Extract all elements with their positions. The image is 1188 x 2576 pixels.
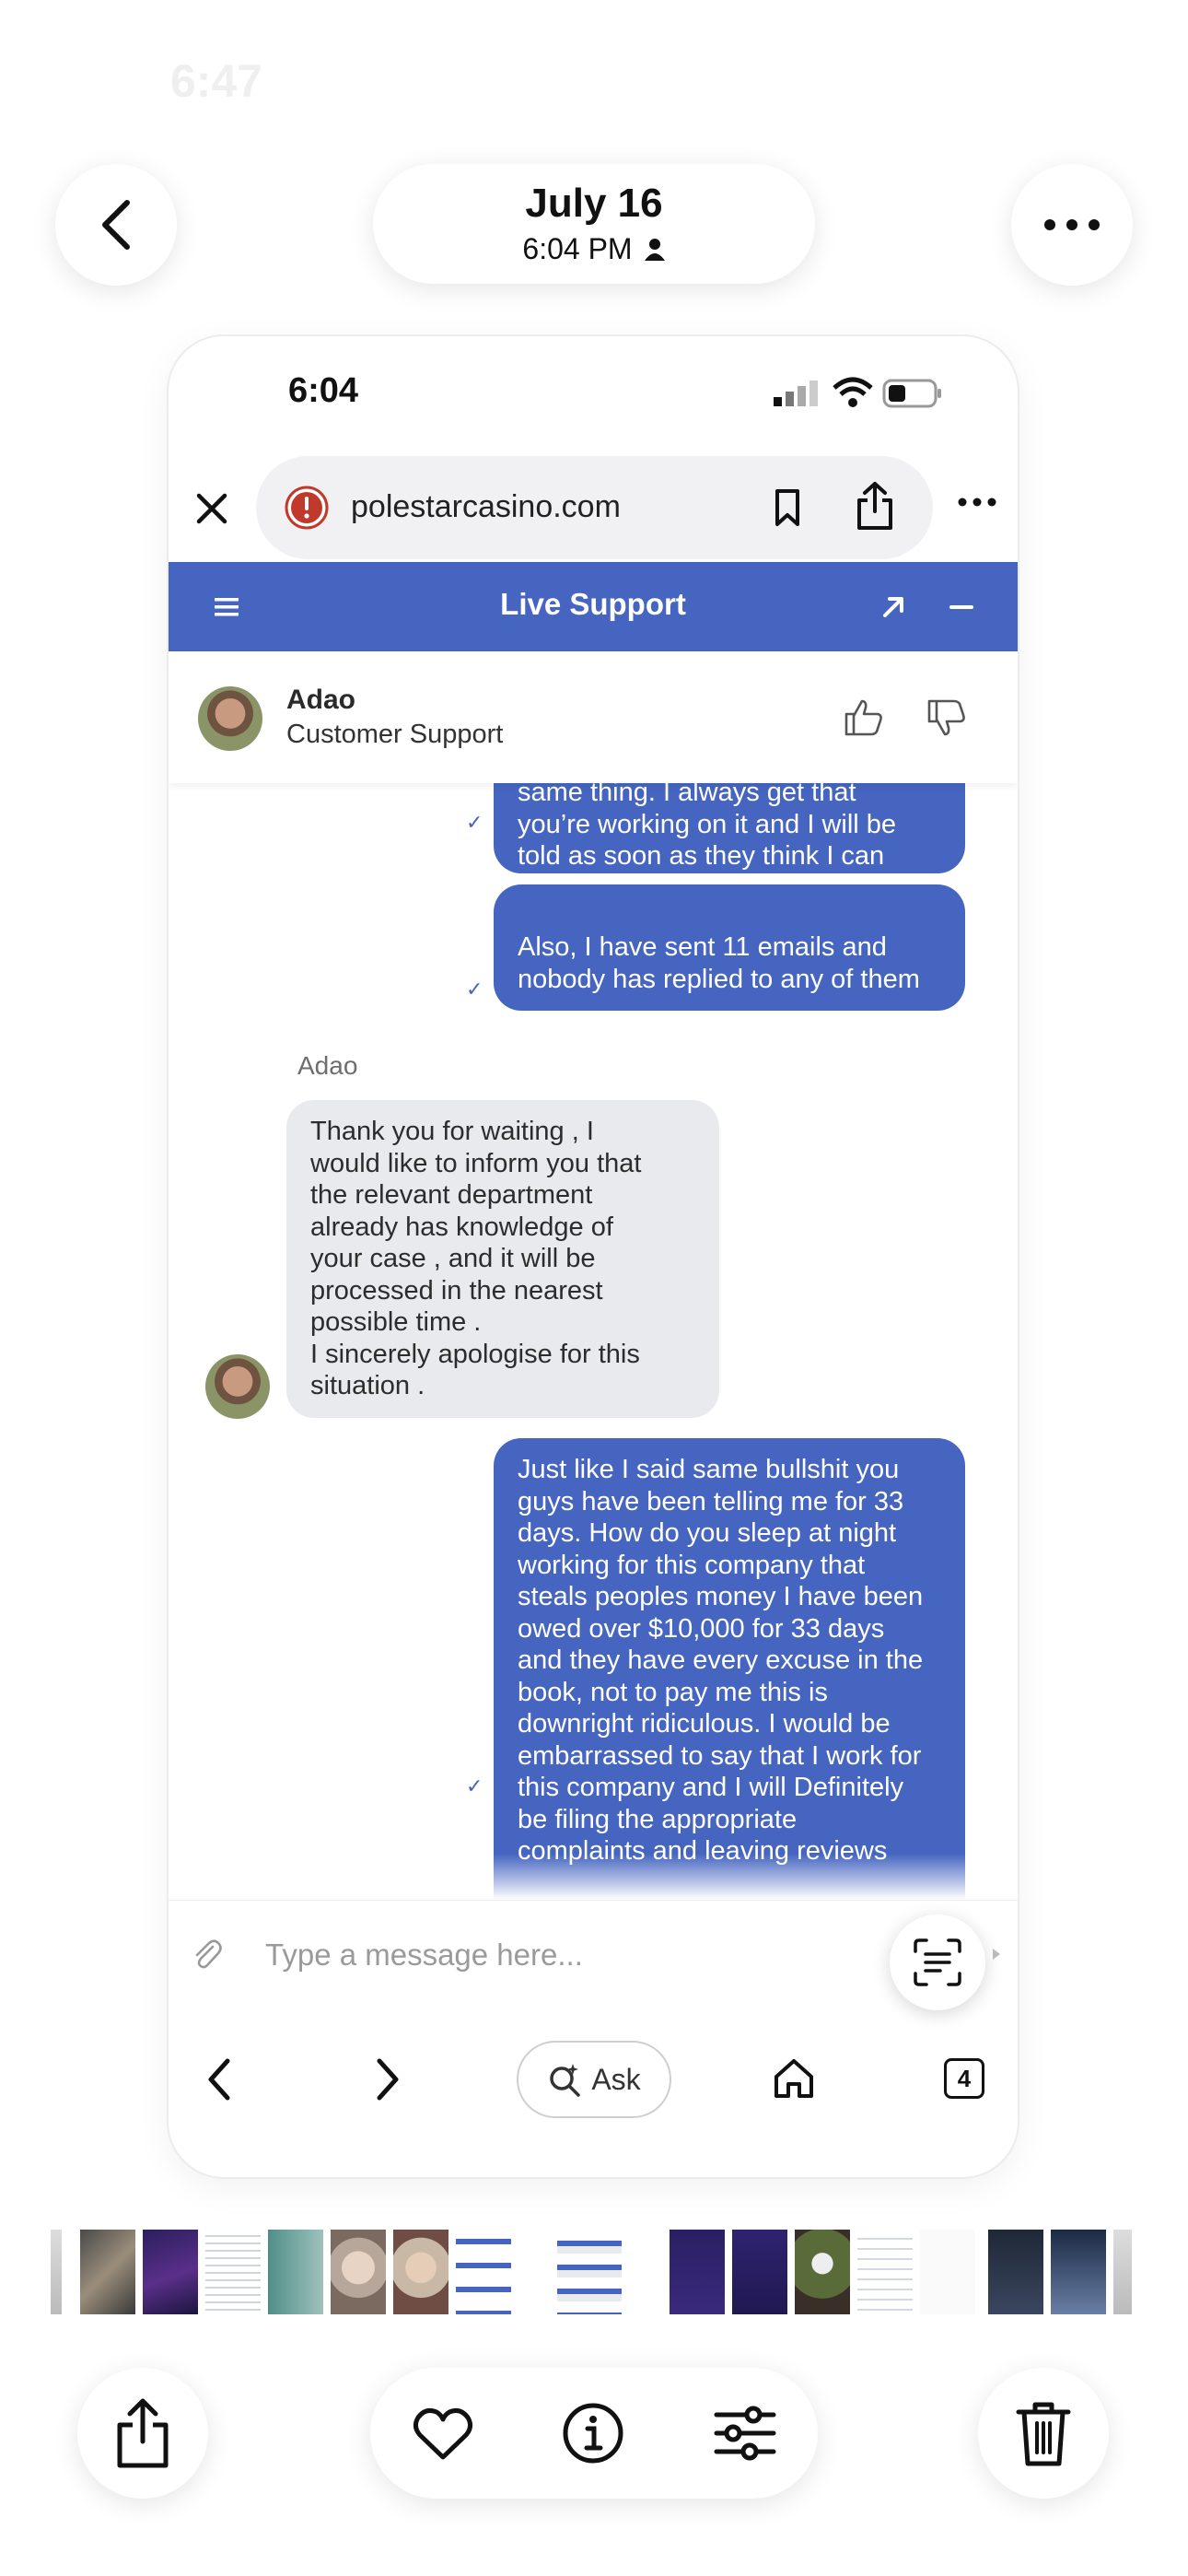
photo-time-row: 6:04 PM — [373, 232, 815, 266]
delete-button[interactable] — [978, 2368, 1109, 2499]
status-time-faded: 6:47 — [170, 55, 263, 107]
inner-status-icons — [772, 377, 941, 410]
thumbnail-strip[interactable] — [51, 2230, 1137, 2314]
trash-icon — [1016, 2402, 1071, 2466]
agent-message-avatar — [205, 1354, 270, 1419]
ai-search-icon — [550, 2064, 581, 2097]
agent-name: Adao — [286, 685, 355, 715]
photo-actions — [370, 2368, 818, 2499]
back-icon[interactable] — [205, 2057, 233, 2102]
thumbs-down-icon[interactable] — [926, 697, 968, 740]
thumbnail[interactable] — [80, 2230, 135, 2314]
thumbnail[interactable] — [393, 2230, 448, 2314]
chat-fade — [169, 1854, 1018, 1900]
minimize-icon[interactable] — [948, 593, 975, 621]
thumbs-up-icon[interactable] — [843, 696, 885, 738]
home-icon[interactable] — [772, 2056, 816, 2101]
thumbnail[interactable] — [1113, 2230, 1132, 2314]
cellular-icon — [774, 381, 818, 406]
share-button[interactable] — [77, 2368, 208, 2499]
thumbnail[interactable] — [1051, 2230, 1106, 2314]
message-input[interactable]: Type a message here... — [265, 1938, 583, 1973]
thumbnail[interactable] — [143, 2230, 198, 2314]
tabs-button[interactable]: 4 — [944, 2058, 984, 2099]
sent-check-icon: ✓ — [466, 811, 483, 834]
message-sender-name: Adao — [297, 1051, 358, 1080]
thumbnail[interactable] — [732, 2230, 787, 2314]
more-icon — [1044, 219, 1100, 230]
thumbnail[interactable] — [268, 2230, 323, 2314]
url-text: polestarcasino.com — [351, 489, 621, 524]
share-icon — [117, 2398, 169, 2468]
agent-avatar — [198, 686, 262, 751]
address-bar[interactable]: polestarcasino.com — [256, 456, 933, 559]
browser-more-button[interactable] — [957, 497, 997, 519]
chat-transcript[interactable]: ✓ same thing. I always get that you’re w… — [169, 783, 1018, 1900]
battery-icon — [882, 379, 941, 408]
adjust-icon[interactable] — [713, 2404, 777, 2463]
person-icon — [644, 238, 665, 261]
photo-date: July 16 — [525, 181, 663, 226]
message-bubble-sent: Just like I said same bullshit you guys … — [494, 1438, 965, 1900]
thumbnail[interactable] — [670, 2230, 725, 2314]
thumbnail[interactable] — [795, 2230, 850, 2314]
screenshot-preview[interactable]: 6:04 polestarcasino.com Live Support Ada… — [169, 336, 1018, 2177]
info-icon[interactable] — [562, 2402, 624, 2465]
thumbnail[interactable] — [331, 2230, 386, 2314]
more-button[interactable] — [1011, 164, 1133, 286]
inner-status-time: 6:04 — [288, 371, 359, 410]
warning-icon — [285, 486, 329, 530]
thumbnail[interactable] — [557, 2230, 622, 2314]
faded-status-bar: 6:47 — [0, 51, 1188, 107]
ask-label: Ask — [591, 2062, 641, 2096]
thumbnail[interactable] — [205, 2230, 261, 2314]
close-icon — [196, 493, 227, 524]
share-icon[interactable] — [855, 480, 895, 532]
browser-toolbar: Ask 4 — [169, 2027, 1018, 2128]
send-icon[interactable] — [991, 1947, 1002, 1961]
live-text-button[interactable] — [890, 1914, 985, 2010]
thumbnail[interactable] — [988, 2230, 1043, 2314]
attach-icon[interactable] — [191, 1936, 222, 1973]
more-icon — [958, 498, 996, 507]
message-composer: Type a message here... — [169, 1900, 1018, 2010]
message-bubble-received: Thank you for waiting , I would like to … — [286, 1100, 719, 1418]
forward-icon[interactable] — [374, 2057, 402, 2102]
expand-icon[interactable] — [879, 593, 907, 621]
close-tab-button[interactable] — [189, 486, 235, 532]
ask-button[interactable]: Ask — [517, 2041, 671, 2118]
message-bubble-sent: same thing. I always get that you’re wor… — [494, 783, 965, 903]
wifi-icon — [833, 377, 873, 407]
heart-icon[interactable] — [413, 2406, 473, 2462]
bookmark-icon[interactable] — [772, 487, 803, 528]
back-chevron-icon — [102, 200, 130, 250]
tab-count: 4 — [957, 2064, 972, 2092]
agent-role: Customer Support — [286, 720, 504, 749]
photo-date-header: July 16 6:04 PM — [373, 164, 815, 284]
thumbnail[interactable] — [857, 2230, 913, 2314]
back-button[interactable] — [55, 164, 177, 286]
agent-info-bar: Adao Customer Support — [169, 651, 1018, 783]
thumbnail[interactable] — [456, 2230, 511, 2314]
live-text-icon — [914, 1938, 961, 1986]
sent-check-icon: ✓ — [466, 978, 483, 1001]
thumbnail[interactable] — [51, 2230, 62, 2314]
photo-time: 6:04 PM — [522, 232, 633, 265]
message-bubble-sent: Also, I have sent 11 emails and nobody h… — [494, 884, 965, 1011]
thumbnail[interactable] — [920, 2230, 975, 2314]
live-support-header: Live Support — [169, 562, 1018, 651]
sent-check-icon: ✓ — [466, 1774, 483, 1797]
